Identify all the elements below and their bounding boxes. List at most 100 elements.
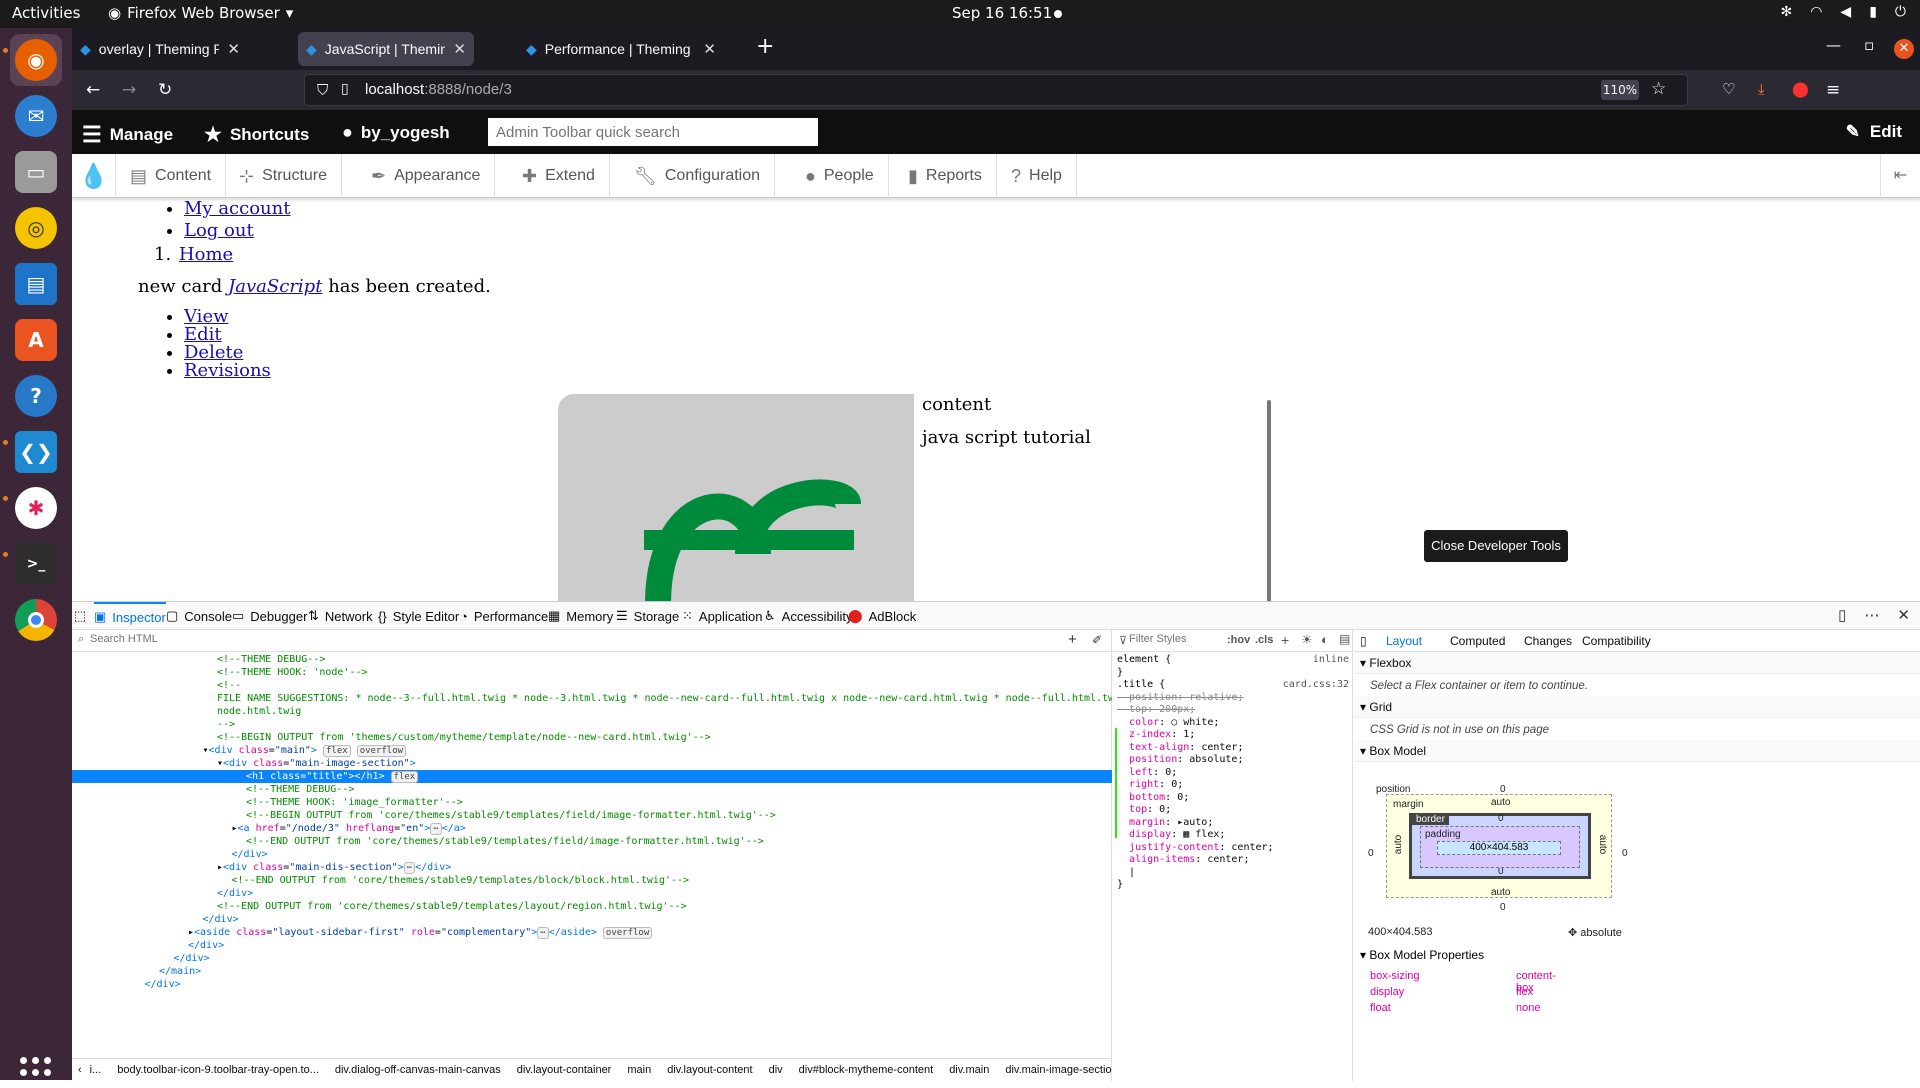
dock-software[interactable]: A [10, 314, 62, 366]
pocket-icon[interactable]: ♡ [1722, 80, 1735, 98]
created-node-link[interactable]: JavaScript [228, 276, 322, 297]
wifi-icon[interactable]: ◠ [1810, 4, 1822, 20]
css-rule-line[interactable]: .title {card.css:32 [1113, 679, 1353, 692]
css-rule-line[interactable]: } [1113, 879, 1353, 892]
css-rule-line[interactable]: color: ○ white; [1113, 717, 1353, 730]
maximize-button[interactable]: ▫ [1864, 36, 1874, 54]
margin-top-value[interactable]: auto [1491, 797, 1510, 808]
markup-node-row[interactable]: </div> [72, 939, 1112, 952]
app-menu[interactable]: ◉ Firefox Web Browser ▾ [108, 4, 293, 22]
position-left-value[interactable]: 0 [1368, 848, 1374, 859]
activities-button[interactable]: Activities [12, 4, 80, 22]
tab-console[interactable]: ▢ Console [166, 602, 232, 630]
close-window-button[interactable]: ✕ [1894, 39, 1914, 59]
border-top-value[interactable]: 0 [1498, 813, 1504, 824]
rule-source-link[interactable]: inline [1313, 654, 1349, 667]
dom-breadcrumb-item[interactable]: div.main-image-section [997, 1064, 1112, 1076]
bookmark-star-icon[interactable]: ☆ [1651, 79, 1666, 99]
forward-button[interactable]: → [122, 80, 136, 100]
markup-node-row[interactable]: <!--END OUTPUT from 'core/themes/stable9… [72, 874, 1112, 887]
css-rule-line[interactable]: bottom: 0; [1113, 792, 1353, 805]
sidebar-toggle-icon[interactable]: ▯ [1360, 634, 1367, 648]
tab-adblock[interactable]: ⬤ AdBlock [848, 602, 916, 630]
css-rule-line[interactable]: | [1113, 867, 1353, 880]
dock-writer[interactable]: ▤ [10, 258, 62, 310]
tray-item-appearance[interactable]: ✒ Appearance [357, 154, 496, 198]
markup-node-row[interactable]: </div> [72, 978, 1112, 991]
grid-section-header[interactable]: ▾ Grid [1354, 696, 1920, 718]
selected-node-row[interactable]: <h1 class="title"></h1> flex [72, 770, 1112, 783]
rule-source-link[interactable]: card.css:32 [1283, 679, 1349, 692]
tray-item-help[interactable]: ? Help [997, 154, 1077, 198]
markup-node-row[interactable]: ▾<div class="main"> flex overflow [72, 744, 1112, 757]
manage-button[interactable]: ☰ Manage [82, 122, 173, 148]
markup-node-row[interactable]: </div> [72, 848, 1112, 861]
battery-icon[interactable]: ▮ [1869, 4, 1877, 20]
shield-icon[interactable]: ⛉ [317, 81, 328, 99]
markup-node-row[interactable]: node.html.twig [72, 705, 1112, 718]
drupal-logo-icon[interactable]: 💧 [72, 154, 116, 198]
reload-button[interactable]: ↻ [158, 80, 172, 100]
downloads-icon[interactable]: ⤓ [1758, 80, 1765, 98]
tab-layout[interactable]: Layout [1386, 634, 1422, 648]
show-apps-icon[interactable] [20, 1057, 51, 1088]
dark-mode-icon[interactable]: ◐ [1321, 632, 1329, 647]
volume-icon[interactable]: ◀ [1840, 4, 1851, 20]
zoom-level[interactable]: 110% [1601, 80, 1639, 100]
markup-node-row[interactable]: <!-- [72, 679, 1112, 692]
tab-style-editor[interactable]: {} Style Editor [378, 602, 459, 630]
tray-item-content[interactable]: ▤ Content [116, 154, 227, 198]
close-tab-icon[interactable]: ✕ [453, 40, 466, 58]
filter-styles-input[interactable] [1129, 633, 1219, 645]
tab-storage[interactable]: ☰ Storage [616, 602, 679, 630]
system-tray[interactable]: ✻ ◠ ◀ ▮ ⏻ [1780, 4, 1906, 20]
tab-network[interactable]: ⇅ Network [308, 602, 373, 630]
markup-node-row[interactable]: </div> [72, 952, 1112, 965]
breadcrumb-home-link[interactable]: Home [179, 244, 233, 265]
add-node-icon[interactable]: + [1068, 631, 1077, 648]
css-rule-line[interactable]: position: absolute; [1113, 754, 1353, 767]
pick-element-icon[interactable]: ⬚ [72, 602, 88, 630]
clock[interactable]: Sep 16 16:51 [952, 4, 1052, 22]
my-account-link[interactable]: My account [184, 198, 290, 219]
css-rule-line[interactable]: margin: ▸auto; [1113, 817, 1353, 830]
revisions-tab-link[interactable]: Revisions [184, 360, 271, 381]
more-options-icon[interactable]: ⋯ [1864, 606, 1879, 624]
box-model-properties-header[interactable]: ▾ Box Model Properties [1360, 948, 1484, 962]
tray-item-configuration[interactable]: 🔧︎ Configuration [620, 154, 776, 198]
markup-node-row[interactable]: ▸<a href="/node/3" hreflang="en"> ⋯ </a> [72, 822, 1112, 835]
user-button[interactable]: ● by_yogesh [342, 122, 450, 143]
markup-node-row[interactable]: <!--THEME DEBUG--> [72, 783, 1112, 796]
edit-button[interactable]: ✎ Edit [1846, 122, 1902, 142]
hover-states-button[interactable]: :hov [1227, 634, 1250, 646]
content-box[interactable]: 400×404.583 [1437, 841, 1561, 855]
dom-breadcrumb-item[interactable]: i... [82, 1064, 110, 1076]
markup-node-row[interactable]: <!--THEME DEBUG--> [72, 653, 1112, 666]
new-tab-button[interactable]: + [756, 34, 774, 59]
close-devtools-icon[interactable]: ✕ [1897, 606, 1910, 624]
markup-node-row[interactable]: <!--THEME HOOK: 'image_formatter'--> [72, 796, 1112, 809]
box-model-section-header[interactable]: ▾ Box Model [1354, 740, 1920, 762]
tray-item-structure[interactable]: ⊹ Structure [225, 154, 343, 198]
markup-node-row[interactable]: ▾<div class="main-image-section"> [72, 757, 1112, 770]
margin-bottom-value[interactable]: auto [1491, 887, 1510, 898]
css-rule-line[interactable]: left: 0; [1113, 767, 1353, 780]
markup-node-row[interactable]: <!--BEGIN OUTPUT from 'core/themes/stabl… [72, 809, 1112, 822]
dock-vscode[interactable]: ❮❯ [10, 426, 62, 478]
flexbox-section-header[interactable]: ▾ Flexbox [1354, 652, 1920, 674]
css-rule-line[interactable]: top: 200px; [1113, 704, 1353, 717]
css-rule-line[interactable]: display: ▦ flex; [1113, 829, 1353, 842]
dom-breadcrumb-item[interactable]: main [619, 1064, 659, 1076]
dom-breadcrumb-item[interactable]: div.dialog-off-canvas-main-canvas [327, 1064, 509, 1076]
margin-right-value[interactable]: auto [1597, 835, 1608, 854]
url-bar[interactable]: ⛉ ▯ localhost:8888/node/3 110% ☆ [304, 74, 1688, 106]
tab-memory[interactable]: ▦ Memory [548, 602, 613, 630]
dom-breadcrumb-item[interactable]: div.layout-container [509, 1064, 620, 1076]
tray-orientation-toggle-icon[interactable]: ⇤ [1880, 154, 1920, 198]
dock-side-icon[interactable]: ▯ [1838, 606, 1846, 624]
admin-toolbar-search-input[interactable] [488, 118, 818, 146]
dock-chrome[interactable] [10, 594, 62, 646]
card-image[interactable] [558, 394, 914, 601]
dock-files[interactable]: ▭ [10, 146, 62, 198]
tab-inspector[interactable]: ▣ Inspector [94, 602, 166, 630]
